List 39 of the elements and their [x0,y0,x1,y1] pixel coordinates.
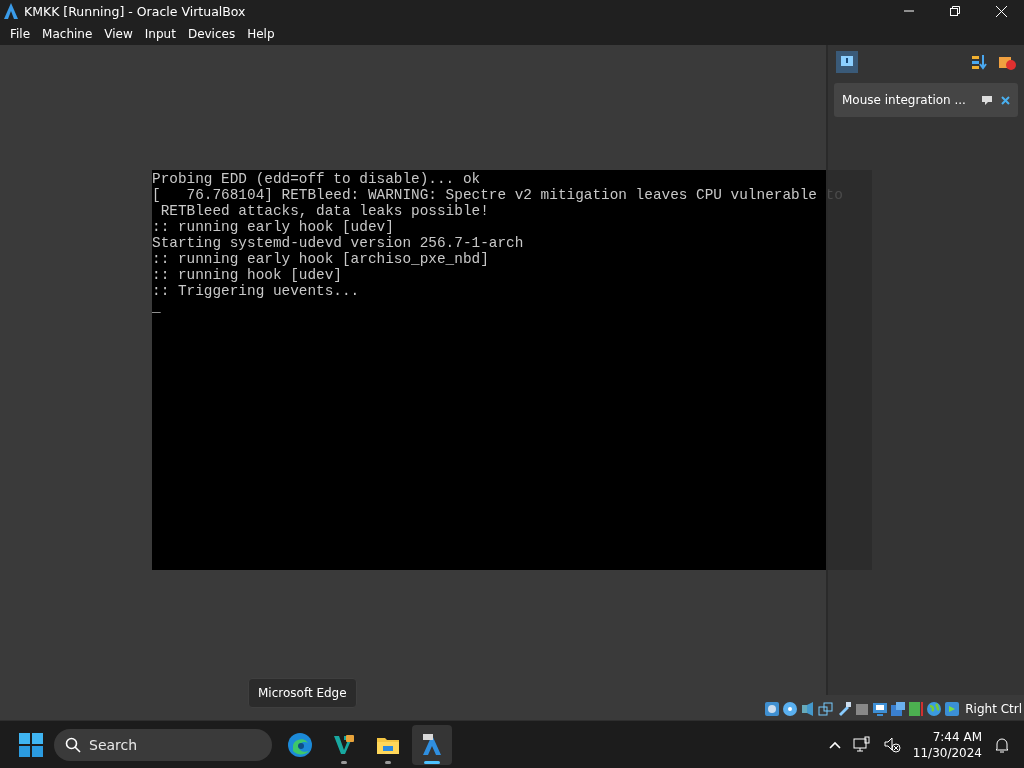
console-line: :: running hook [udev] [152,267,343,283]
network-icon [852,735,871,754]
console-line: RETBleed attacks, data leaks possible! [159,203,490,219]
menu-item[interactable]: View [98,26,139,41]
display-icon[interactable] [872,700,889,717]
bell-icon [994,735,1010,754]
menu-item[interactable]: Help [241,26,281,41]
window-title: KMKK [Running] - Oracle VirtualBox [24,3,247,19]
console-cursor: _ [152,299,162,315]
menu-item[interactable]: Input [138,26,182,41]
console-line: Probing EDD (edd=off to disable)... ok [152,171,482,187]
recording-icon[interactable] [890,700,907,717]
console-line: :: Triggering uevents... [152,283,361,299]
notification-center-icon[interactable] [836,51,858,73]
taskbar-app-button[interactable] [412,724,452,765]
notification-text: Mouse integration ... [842,93,967,107]
start-icon[interactable] [18,731,44,758]
search-icon [65,736,81,753]
clock-time: 7:44 AM [932,728,982,745]
restore-icon[interactable] [950,6,960,16]
menu-item[interactable]: Machine [36,26,99,41]
console-line: :: running early hook [udev] [152,219,395,235]
optical-disc-icon[interactable] [782,700,799,717]
globe-icon[interactable] [926,700,943,717]
search-field[interactable]: Search [54,728,272,761]
sort-icon [970,53,988,71]
menu-item[interactable]: Devices [181,26,242,41]
network-icon[interactable] [818,700,835,717]
console-line: Starting systemd-udevd version 256.7-1-arch [152,235,525,251]
guest-additions-icon[interactable] [908,700,925,717]
menu-item[interactable]: File [4,26,37,41]
tooltip: Microsoft Edge [248,678,357,708]
app-logo-icon [2,2,20,20]
volume-muted-icon [882,735,901,754]
chevron-up-icon[interactable] [828,740,841,749]
mouse-capture-icon[interactable] [944,700,961,717]
clock-date: 11/30/2024 [912,744,982,761]
host-key-label: Right Ctrl [965,701,1022,716]
console-line: :: running early hook [archiso_pxe_nbd] [152,251,490,267]
